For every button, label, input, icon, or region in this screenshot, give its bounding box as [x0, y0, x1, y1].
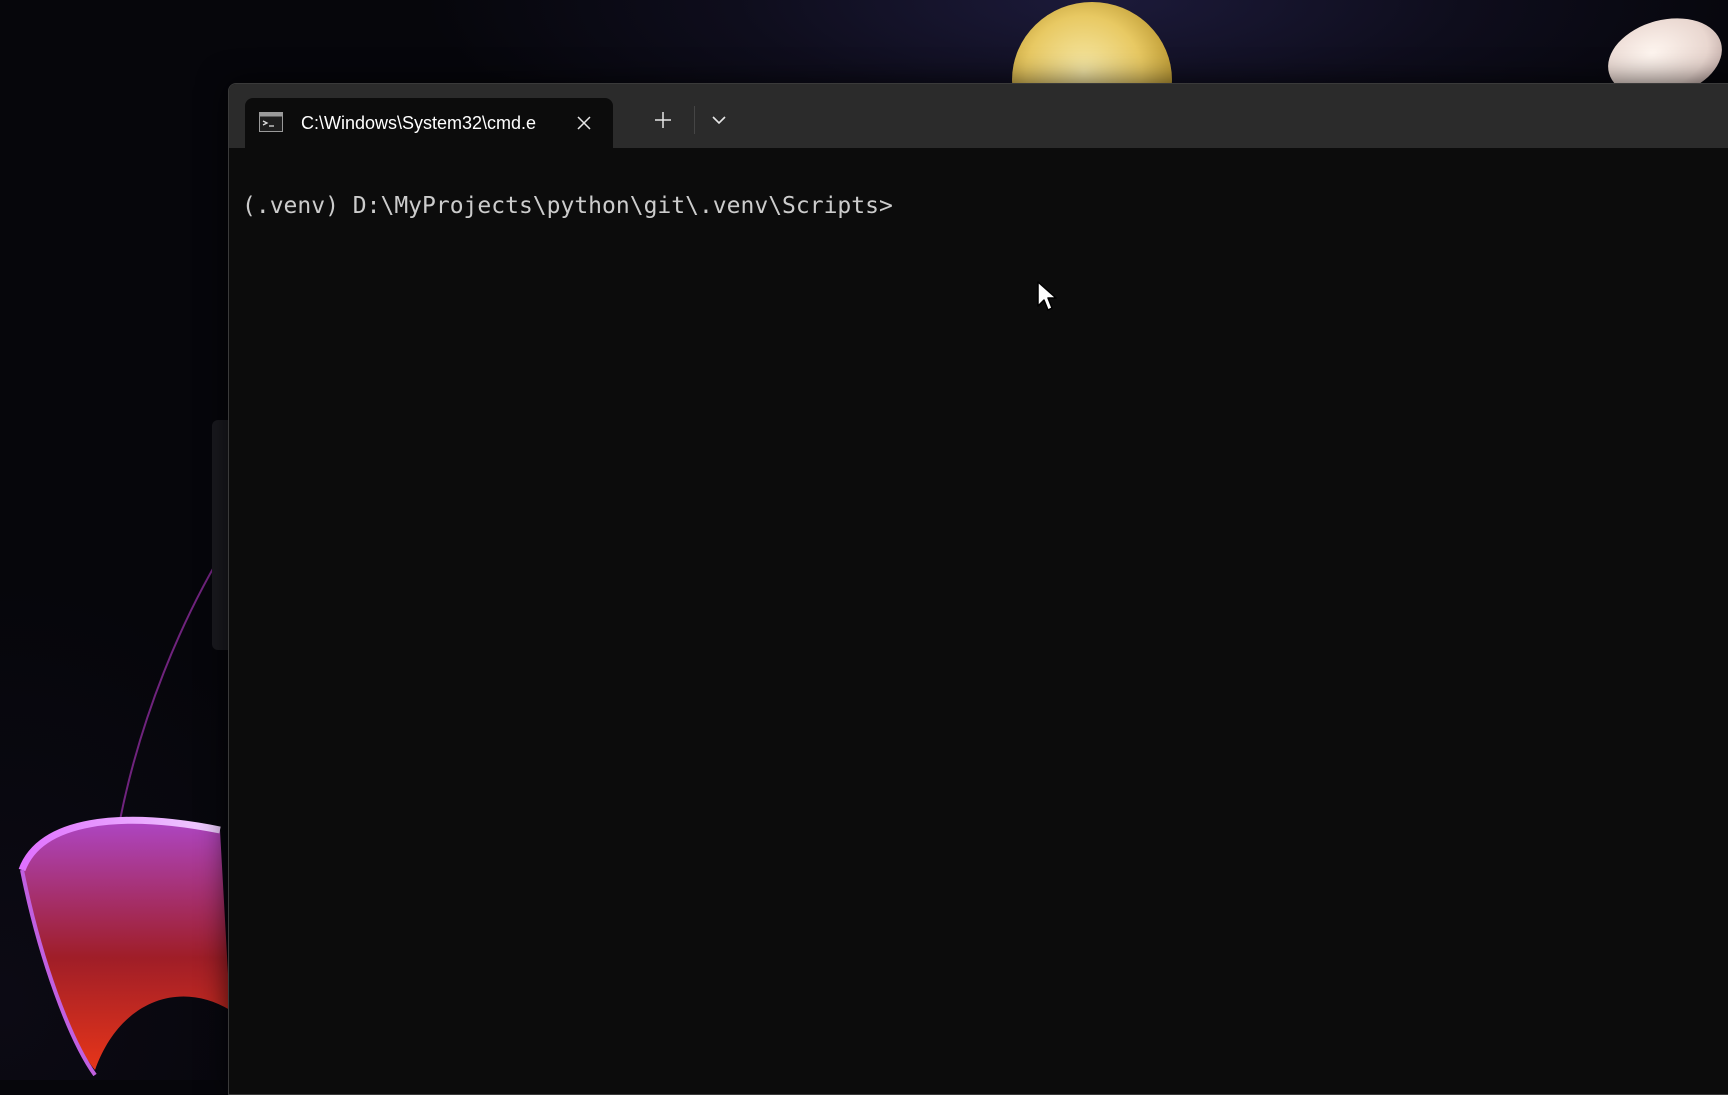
plus-icon [655, 112, 671, 128]
tab-dropdown-button[interactable] [703, 104, 735, 136]
ribbon-shape [22, 820, 230, 1070]
terminal-window: C:\Windows\System32\cmd.e [228, 83, 1728, 1095]
new-tab-button[interactable] [647, 104, 679, 136]
mouse-cursor-icon [1037, 281, 1057, 311]
tab-divider [694, 106, 695, 134]
tab-strip: C:\Windows\System32\cmd.e [229, 84, 1728, 148]
tab-cmd[interactable]: C:\Windows\System32\cmd.e [245, 98, 613, 148]
cmd-terminal-icon [259, 112, 283, 132]
command-prompt: (.venv) D:\MyProjects\python\git\.venv\S… [242, 193, 893, 219]
terminal-output-area[interactable] [229, 148, 1728, 1094]
close-icon [577, 116, 591, 130]
tab-title: C:\Windows\System32\cmd.e [301, 113, 537, 133]
chevron-down-icon [712, 116, 726, 125]
tab-close-button[interactable] [571, 110, 597, 136]
